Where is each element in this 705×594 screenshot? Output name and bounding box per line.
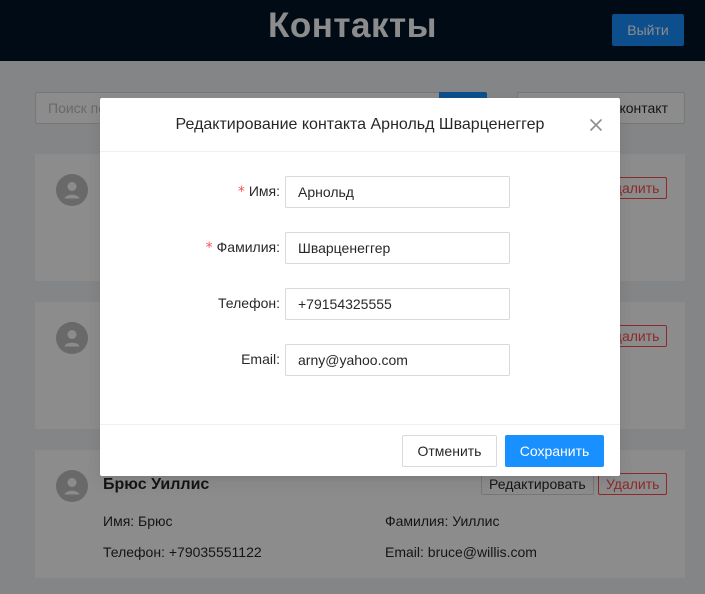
email-label: Email: (241, 351, 280, 367)
required-mark: * (205, 240, 213, 256)
form-row-phone: Телефон: (100, 288, 620, 320)
close-icon[interactable] (586, 115, 606, 135)
cancel-button[interactable]: Отменить (402, 435, 497, 467)
first-name-label: * Имя: (238, 183, 280, 200)
phone-label: Телефон: (218, 295, 280, 311)
modal-footer: Отменить Сохранить (100, 424, 620, 476)
form-row-email: Email: (100, 344, 620, 376)
first-name-label-text: Имя: (248, 183, 280, 199)
first-name-input[interactable] (285, 176, 510, 208)
last-name-input[interactable] (285, 232, 510, 264)
form-row-last-name: * Фамилия: (100, 232, 620, 264)
email-input[interactable] (285, 344, 510, 376)
modal-title: Редактирование контакта Арнольд Шварцене… (175, 116, 545, 133)
last-name-label-text: Фамилия: (216, 239, 280, 255)
modal-header: Редактирование контакта Арнольд Шварцене… (100, 98, 620, 152)
last-name-label: * Фамилия: (206, 239, 280, 256)
edit-contact-modal: Редактирование контакта Арнольд Шварцене… (100, 98, 620, 476)
form-row-first-name: * Имя: (100, 176, 620, 208)
phone-input[interactable] (285, 288, 510, 320)
required-mark: * (237, 184, 245, 200)
save-button[interactable]: Сохранить (505, 435, 604, 467)
